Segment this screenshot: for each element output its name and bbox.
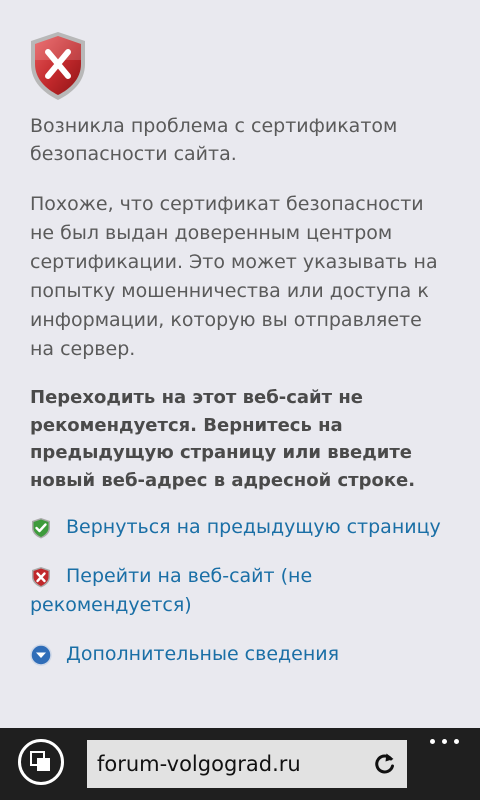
more-options-button[interactable]: [428, 735, 462, 749]
address-url[interactable]: forum-volgograd.ru: [97, 750, 301, 778]
continue-link-label[interactable]: Перейти на веб-сайт (не рекомендуется): [30, 562, 450, 620]
error-title: Возникла проблема с сертификатом безопас…: [30, 115, 398, 165]
shield-error-icon: [31, 32, 85, 100]
continue-link[interactable]: Перейти на веб-сайт (не рекомендуется): [30, 562, 450, 620]
back-link[interactable]: Вернуться на предыдущую страницу: [30, 513, 450, 542]
expand-down-icon: [30, 644, 52, 666]
tabs-icon: [30, 751, 50, 771]
refresh-icon[interactable]: [371, 750, 399, 778]
more-dots-icon: [454, 739, 459, 744]
address-bar[interactable]: forum-volgograd.ru: [87, 740, 407, 788]
tabs-button[interactable]: [18, 739, 64, 785]
more-dots-icon: [430, 739, 435, 744]
error-page: Возникла проблема с сертификатом безопас…: [0, 0, 480, 728]
more-dots-icon: [442, 739, 447, 744]
back-link-label[interactable]: Вернуться на предыдущую страницу: [30, 513, 450, 542]
shield-error-icon: [32, 567, 50, 588]
more-info-label[interactable]: Дополнительные сведения: [30, 640, 450, 669]
error-description: Похоже, что сертификат безопасности не б…: [30, 193, 438, 360]
warning-text: Переходить на этот веб-сайт не рекоменду…: [30, 387, 416, 491]
shield-check-icon: [32, 518, 50, 539]
more-info-link[interactable]: Дополнительные сведения: [30, 640, 450, 669]
